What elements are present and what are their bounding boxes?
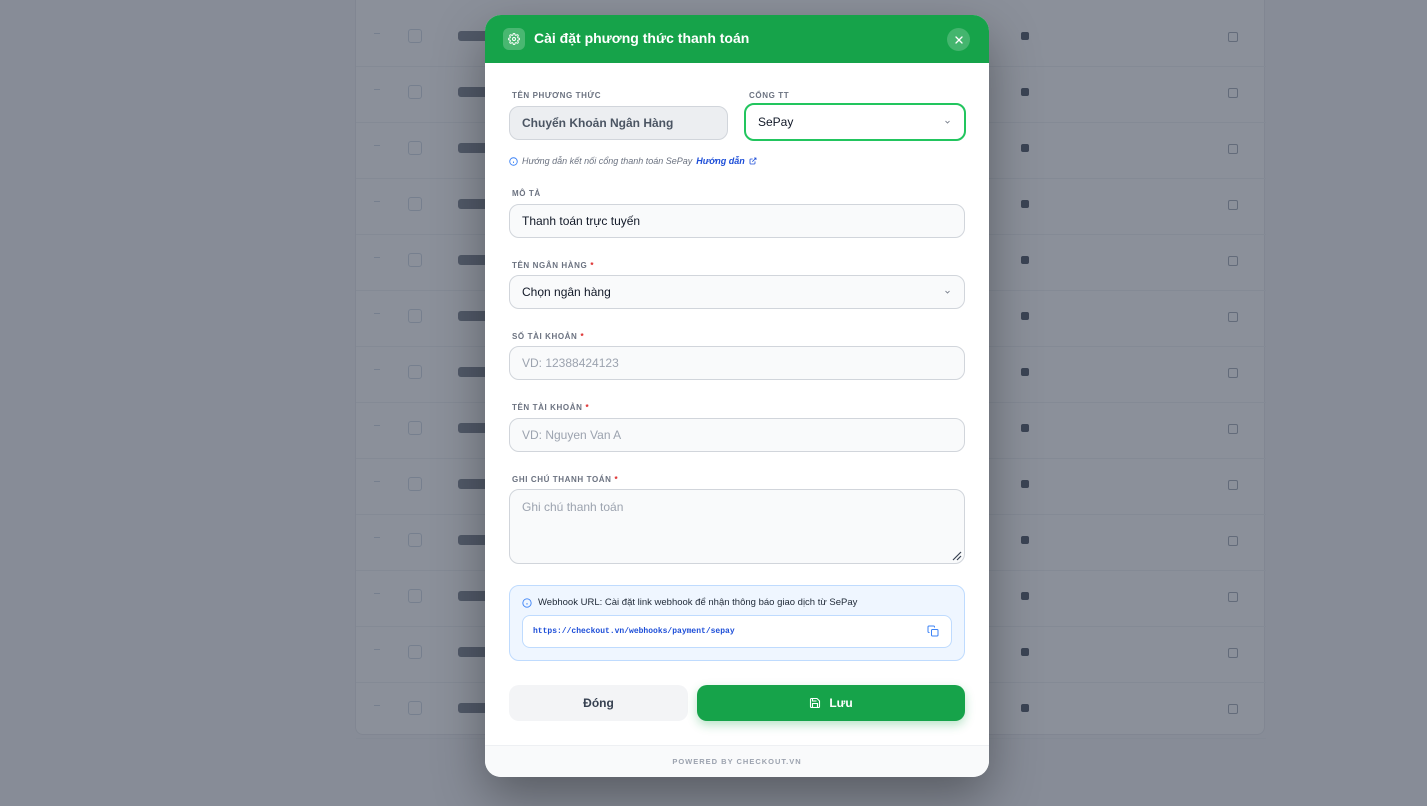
payment-note-placeholder: Ghi chú thanh toán (522, 500, 624, 514)
modal-footer: POWERED BY CHECKOUT.VN (485, 745, 989, 777)
payment-note-label-text: GHI CHÚ THANH TOÁN (512, 475, 612, 484)
account-number-placeholder: VD: 12388424123 (522, 356, 619, 370)
external-link-icon[interactable] (749, 157, 757, 165)
account-name-placeholder: VD: Nguyen Van A (522, 428, 622, 442)
gateway-value: SePay (758, 115, 794, 129)
chevron-down-icon (945, 290, 950, 294)
payment-settings-modal: Cài đặt phương thức thanh toán TÊN PHƯƠN… (485, 15, 989, 777)
close-dialog-button[interactable]: Đóng (509, 685, 688, 721)
account-number-input[interactable]: VD: 12388424123 (509, 346, 965, 380)
modal-header: Cài đặt phương thức thanh toán (485, 15, 989, 63)
description-value: Thanh toán trực tuyến (522, 214, 641, 228)
webhook-panel: Webhook URL: Cài đặt link webhook để nhậ… (509, 585, 965, 661)
payment-note-textarea[interactable]: Ghi chú thanh toán (509, 489, 965, 564)
guide-link[interactable]: Hướng dẫn (696, 156, 744, 166)
account-name-label: TÊN TÀI KHOẢN * (512, 403, 589, 412)
modal-title: Cài đặt phương thức thanh toán (534, 30, 750, 46)
method-name-field: Chuyển Khoản Ngân Hàng (509, 106, 728, 140)
settings-gear-icon (503, 28, 525, 50)
webhook-url-field[interactable]: https://checkout.vn/webhooks/payment/sep… (522, 615, 952, 648)
account-number-label: SỐ TÀI KHOẢN * (512, 332, 584, 341)
bank-name-label: TÊN NGÂN HÀNG * (512, 261, 594, 270)
close-button[interactable] (947, 28, 970, 51)
description-label: MÔ TẢ (512, 189, 541, 198)
method-name-label: TÊN PHƯƠNG THỨC (512, 91, 602, 100)
account-number-label-text: SỐ TÀI KHOẢN (512, 332, 578, 341)
hint-text: Hướng dẫn kết nối cổng thanh toán SePay (522, 156, 693, 166)
description-input[interactable]: Thanh toán trực tuyến (509, 204, 965, 238)
info-icon (509, 156, 518, 166)
gateway-hint: Hướng dẫn kết nối cổng thanh toán SePay … (509, 156, 757, 166)
webhook-url-value: https://checkout.vn/webhooks/payment/sep… (533, 627, 735, 636)
bank-name-label-text: TÊN NGÂN HÀNG (512, 261, 588, 270)
account-name-input[interactable]: VD: Nguyen Van A (509, 418, 965, 452)
required-marker: * (580, 332, 585, 341)
bank-name-select[interactable]: Chọn ngân hàng (509, 275, 965, 309)
gateway-select[interactable]: SePay (744, 103, 966, 141)
payment-note-label: GHI CHÚ THANH TOÁN * (512, 475, 618, 484)
method-name-value: Chuyển Khoản Ngân Hàng (522, 116, 674, 130)
webhook-title-text: Webhook URL: Cài đặt link webhook để nhậ… (538, 597, 858, 608)
resize-handle-icon[interactable] (950, 549, 962, 561)
required-marker: * (585, 403, 590, 412)
required-marker: * (590, 261, 595, 270)
account-name-label-text: TÊN TÀI KHOẢN (512, 403, 583, 412)
bank-name-value: Chọn ngân hàng (522, 285, 611, 299)
info-icon (522, 597, 532, 608)
save-button-label: Lưu (829, 696, 853, 710)
chevron-down-icon (945, 120, 950, 124)
save-button[interactable]: Lưu (697, 685, 965, 721)
close-icon (954, 35, 963, 44)
copy-icon[interactable] (927, 625, 939, 637)
gateway-label: CỔNG TT (749, 91, 790, 100)
required-marker: * (614, 475, 619, 484)
webhook-title: Webhook URL: Cài đặt link webhook để nhậ… (522, 597, 857, 608)
save-icon (810, 697, 821, 709)
